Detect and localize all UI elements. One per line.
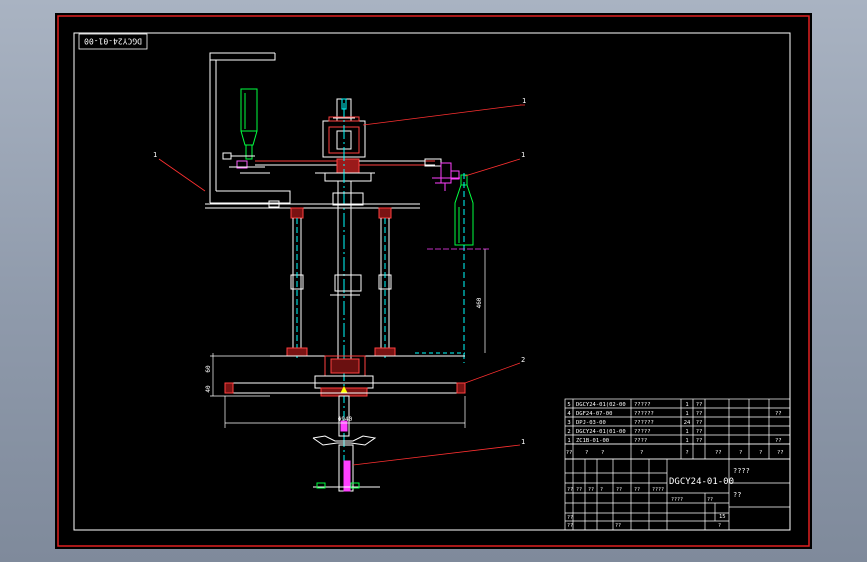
svg-text:?: ? (685, 450, 688, 456)
svg-text:??: ?? (777, 450, 784, 456)
svg-text:2: 2 (567, 429, 570, 435)
dim-overall-width: Φ940 (338, 416, 353, 423)
svg-text:??????: ?????? (634, 420, 654, 426)
code-stamp: DGCY24-01-00 (84, 37, 142, 46)
svg-text:????: ???? (634, 438, 647, 444)
svg-text:DGCY24-01(01-00: DGCY24-01(01-00 (576, 429, 626, 435)
svg-text:??: ?? (588, 487, 594, 493)
svg-text:????: ???? (671, 497, 683, 503)
svg-text:??: ?? (576, 487, 582, 493)
svg-text:??: ?? (567, 487, 573, 493)
table-row: 4 DGF24-07-00 ?????? 1 ?? ?? (567, 411, 781, 417)
bom-rows: 5 DGCY24-01(02-00 ????? 1 ?? 4 DGF24-07-… (566, 402, 784, 456)
svg-text:1: 1 (685, 429, 688, 435)
table-row: 1 ZC1B-01-00 ???? 1 ?? ?? (567, 438, 781, 444)
svg-text:??: ?? (615, 523, 621, 529)
svg-text:?: ? (759, 450, 762, 456)
sheet-count: 15 (719, 514, 726, 520)
title-block-text: DGCY24-01-00 ???? ?? 15 ?? ?? ?? ? ?? ??… (567, 467, 750, 529)
drawing-name: ???? (733, 467, 750, 475)
svg-text:??: ?? (696, 429, 703, 435)
callout-handwheel: 1 (521, 438, 525, 446)
bom-header-row: ?? ? ? ? ? ?? ? ? ?? (566, 450, 784, 456)
svg-text:??: ?? (696, 402, 703, 408)
dim-bottle-height: 460 (476, 297, 483, 308)
svg-text:??: ?? (567, 523, 573, 529)
table-row: 5 DGCY24-01(02-00 ????? 1 ?? (567, 402, 702, 408)
drawing-material: ?? (733, 491, 741, 499)
drawing-sheet: DGCY24-01-00 1 1 1 2 1 Φ940 460 60 40 5 … (55, 13, 812, 549)
svg-text:DGCY24-01(02-00: DGCY24-01(02-00 (576, 402, 626, 408)
svg-text:??: ?? (775, 438, 782, 444)
cad-drawing: DGCY24-01-00 1 1 1 2 1 Φ940 460 60 40 5 … (57, 15, 810, 547)
svg-text:??: ?? (616, 487, 622, 493)
svg-text:?: ? (739, 450, 742, 456)
callout-left: 1 (153, 151, 157, 159)
svg-text:ZC1B-01-00: ZC1B-01-00 (576, 438, 609, 444)
svg-text:??: ?? (634, 487, 640, 493)
svg-text:??: ?? (707, 497, 713, 503)
callout-right: 1 (521, 151, 525, 159)
drawing-number: DGCY24-01-00 (669, 477, 734, 487)
svg-text:5: 5 (567, 402, 570, 408)
svg-text:?: ? (585, 450, 588, 456)
svg-text:??: ?? (696, 411, 703, 417)
svg-text:??????: ?????? (634, 411, 654, 417)
svg-text:??: ?? (567, 515, 573, 521)
callout-disc: 2 (521, 356, 525, 364)
left-bottle (240, 88, 258, 160)
svg-text:1: 1 (567, 438, 570, 444)
callout-top: 1 (522, 97, 526, 105)
svg-text:?????: ????? (634, 429, 651, 435)
svg-text:DGF24-07-00: DGF24-07-00 (576, 411, 612, 417)
machine-assembly (158, 52, 525, 493)
table-row: 3 DPJ-03-00 ?????? 24 ?? (567, 420, 702, 426)
svg-text:DPJ-03-00: DPJ-03-00 (576, 420, 606, 426)
title-block (564, 458, 791, 531)
dim-level-b: 40 (205, 385, 212, 393)
svg-text:??: ?? (715, 450, 722, 456)
table-row: 2 DGCY24-01(01-00 ????? 1 ?? (567, 429, 702, 435)
svg-text:??: ?? (775, 411, 782, 417)
svg-text:24: 24 (684, 420, 691, 426)
svg-text:?????: ????? (634, 402, 651, 408)
svg-text:1: 1 (685, 411, 688, 417)
svg-text:?: ? (601, 450, 604, 456)
svg-text:3: 3 (567, 420, 570, 426)
svg-text:??: ?? (566, 450, 573, 456)
svg-text:1: 1 (685, 438, 688, 444)
svg-text:?: ? (640, 450, 643, 456)
svg-text:??: ?? (696, 420, 703, 426)
outer-frame (57, 15, 810, 547)
svg-text:??: ?? (658, 487, 664, 493)
svg-text:4: 4 (567, 411, 571, 417)
svg-text:1: 1 (685, 402, 688, 408)
svg-text:?: ? (600, 487, 603, 493)
svg-text:?: ? (718, 523, 721, 529)
magenta-gripper (432, 162, 460, 191)
svg-text:??: ?? (696, 438, 703, 444)
dim-level-a: 60 (205, 365, 212, 373)
